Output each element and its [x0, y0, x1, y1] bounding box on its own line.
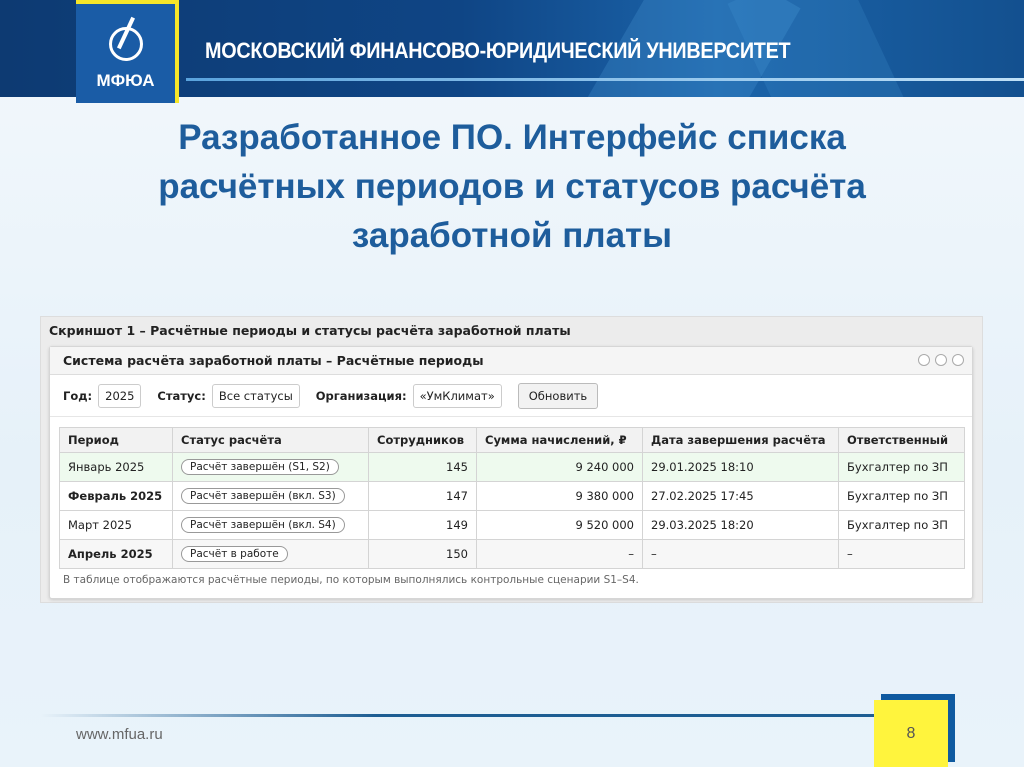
page-number: 8 [874, 700, 948, 767]
column-header: Период [59, 427, 173, 453]
column-header: Дата завершения расчёта [642, 427, 839, 453]
slide-title: Разработанное ПО. Интерфейс списка расчё… [0, 113, 1024, 260]
logo-text: МФЮА [96, 71, 155, 90]
status-cell: Расчёт в работе [172, 539, 369, 569]
window-control-circle-icon[interactable] [918, 354, 930, 366]
column-header: Сумма начислений, ₽ [476, 427, 643, 453]
status-badge: Расчёт завершён (вкл. S3) [181, 488, 345, 504]
window-controls [918, 354, 964, 366]
sum-cell: 9 520 000 [476, 510, 643, 540]
period-cell: Февраль 2025 [59, 481, 173, 511]
period-cell: Апрель 2025 [59, 539, 173, 569]
column-header: Сотрудников [368, 427, 477, 453]
employees-cell: 145 [368, 452, 477, 482]
sum-cell: 9 380 000 [476, 481, 643, 511]
window-title: Система расчёта заработной платы – Расчё… [63, 353, 484, 368]
title-line: заработной платы [351, 216, 673, 255]
table-row[interactable]: Март 2025 Расчёт завершён (вкл. S4) 149 … [59, 510, 965, 540]
logo-emblem-icon [108, 27, 143, 61]
period-cell: Март 2025 [59, 510, 173, 540]
title-line: Разработанное ПО. Интерфейс списка [178, 118, 846, 157]
window-control-circle-icon[interactable] [935, 354, 947, 366]
filter-toolbar: Год: 2025 Статус: Все статусы Организаци… [50, 375, 972, 417]
period-cell: Январь 2025 [59, 452, 173, 482]
table-row[interactable]: Январь 2025 Расчёт завершён (S1, S2) 145… [59, 452, 965, 482]
responsible-cell: Бухгалтер по ЗП [838, 452, 965, 482]
status-badge: Расчёт завершён (S1, S2) [181, 459, 339, 475]
column-header: Статус расчёта [172, 427, 369, 453]
table-row[interactable]: Апрель 2025 Расчёт в работе 150 – – – [59, 539, 965, 569]
table-row[interactable]: Февраль 2025 Расчёт завершён (вкл. S3) 1… [59, 481, 965, 511]
year-label: Год: [63, 388, 93, 403]
date-cell: 29.03.2025 18:20 [642, 510, 839, 540]
periods-table: Период Статус расчёта Сотрудников Сумма … [59, 427, 965, 569]
organization-select[interactable]: «УмКлимат» [412, 383, 502, 408]
responsible-cell: Бухгалтер по ЗП [838, 481, 965, 511]
footer-url[interactable]: www.mfua.ru [76, 726, 163, 743]
status-select[interactable]: Все статусы [211, 383, 300, 408]
status-cell: Расчёт завершён (S1, S2) [172, 452, 369, 482]
university-name: МОСКОВСКИЙ ФИНАНСОВО-ЮРИДИЧЕСКИЙ УНИВЕРС… [205, 38, 791, 63]
app-window: Система расчёта заработной платы – Расчё… [49, 346, 973, 599]
refresh-button[interactable]: Обновить [517, 382, 599, 409]
footer-line [40, 714, 880, 717]
university-logo: МФЮА [76, 0, 179, 103]
date-cell: 27.02.2025 17:45 [642, 481, 839, 511]
year-input[interactable]: 2025 [98, 383, 142, 408]
status-badge: Расчёт завершён (вкл. S4) [181, 517, 345, 533]
window-control-circle-icon[interactable] [952, 354, 964, 366]
date-cell: 29.01.2025 18:10 [642, 452, 839, 482]
employees-cell: 149 [368, 510, 477, 540]
header-line [186, 78, 1024, 81]
employees-cell: 147 [368, 481, 477, 511]
window-titlebar: Система расчёта заработной платы – Расчё… [50, 347, 972, 375]
title-line: расчётных периодов и статусов расчёта [158, 167, 866, 206]
table-note: В таблице отображаются расчётные периоды… [63, 574, 639, 586]
sum-cell: – [476, 539, 643, 569]
screenshot-panel: Скриншот 1 – Расчётные периоды и статусы… [40, 316, 983, 603]
responsible-cell: Бухгалтер по ЗП [838, 510, 965, 540]
sum-cell: 9 240 000 [476, 452, 643, 482]
status-cell: Расчёт завершён (вкл. S3) [172, 481, 369, 511]
organization-label: Организация: [315, 388, 407, 403]
employees-cell: 150 [368, 539, 477, 569]
screenshot-caption: Скриншот 1 – Расчётные периоды и статусы… [49, 323, 571, 338]
status-label: Статус: [157, 388, 206, 403]
column-header: Ответственный [838, 427, 965, 453]
date-cell: – [642, 539, 839, 569]
status-badge: Расчёт в работе [181, 546, 288, 562]
responsible-cell: – [838, 539, 965, 569]
status-cell: Расчёт завершён (вкл. S4) [172, 510, 369, 540]
table-header-row: Период Статус расчёта Сотрудников Сумма … [59, 427, 965, 453]
